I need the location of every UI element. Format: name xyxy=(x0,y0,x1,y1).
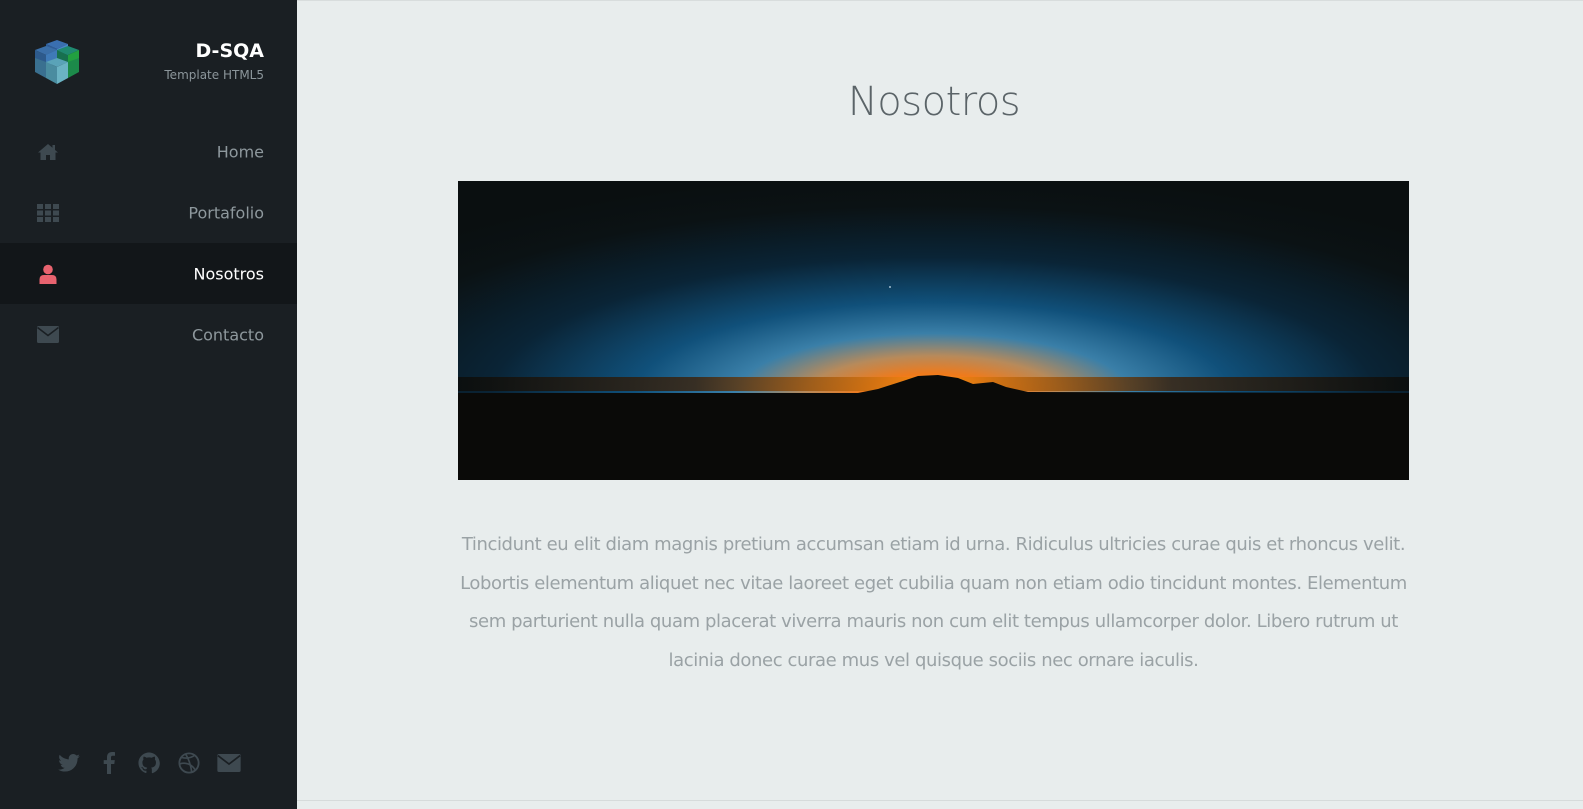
about-paragraph: Tincidunt eu elit diam magnis pretium ac… xyxy=(460,534,1407,671)
brand: D-SQA Template HTML5 xyxy=(0,0,297,120)
brand-name: D-SQA xyxy=(195,40,264,62)
user-icon xyxy=(36,262,60,286)
logo-cube-icon[interactable] xyxy=(32,40,82,90)
nav-item-contacto[interactable]: Contacto xyxy=(0,304,297,365)
nav-label-nosotros: Nosotros xyxy=(193,264,264,283)
main-nav: Home Portafolio Nosotros Contacto xyxy=(0,121,297,365)
main-content: Nosotros Tincidunt eu elit diam magnis p… xyxy=(297,0,1583,809)
nav-item-nosotros[interactable]: Nosotros xyxy=(0,243,297,304)
nav-item-home[interactable]: Home xyxy=(0,121,297,182)
brand-tagline: Template HTML5 xyxy=(164,68,264,82)
envelope-icon[interactable] xyxy=(216,751,241,775)
dribbble-icon[interactable] xyxy=(177,751,201,775)
twitter-icon[interactable] xyxy=(57,751,81,775)
facebook-icon[interactable] xyxy=(97,751,121,775)
footer-divider xyxy=(297,800,1583,801)
hero-image xyxy=(458,181,1409,480)
github-icon[interactable] xyxy=(137,751,161,775)
nav-label-contacto: Contacto xyxy=(191,325,264,344)
sidebar: D-SQA Template HTML5 Home Portafolio Nos… xyxy=(0,0,297,809)
nav-label-portafolio: Portafolio xyxy=(188,203,264,222)
nav-label-home: Home xyxy=(216,142,264,161)
envelope-icon xyxy=(36,323,60,347)
home-icon xyxy=(36,140,60,164)
page-title: Nosotros xyxy=(847,79,1021,125)
grid-icon xyxy=(36,201,60,225)
social-links xyxy=(0,751,297,775)
nav-item-portafolio[interactable]: Portafolio xyxy=(0,182,297,243)
